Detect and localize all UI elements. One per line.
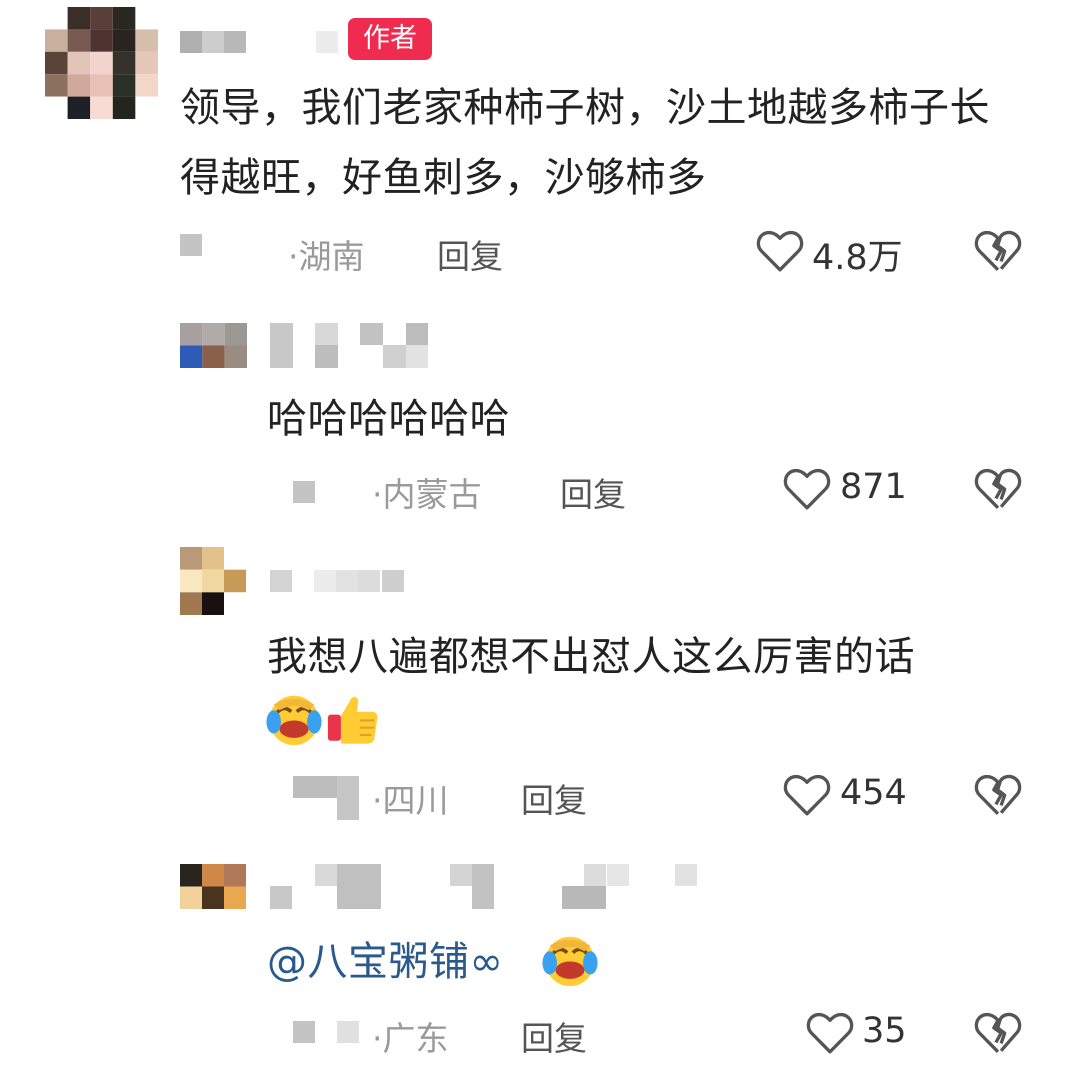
username-mosaic[interactable] (270, 570, 410, 596)
avatar[interactable] (180, 864, 246, 909)
avatar[interactable] (180, 547, 246, 615)
location-text: 广东 (382, 1019, 449, 1058)
location-label: ·内蒙古 (372, 475, 482, 514)
reply-button[interactable]: 回复 (521, 774, 587, 822)
heart-outline-icon[interactable] (805, 1009, 855, 1055)
author-badge: 作者 (348, 18, 432, 60)
reply-button[interactable]: 回复 (437, 230, 503, 278)
like-count: 871 (840, 467, 907, 507)
location-label: ·湖南 (288, 237, 365, 276)
like-count: 454 (840, 773, 907, 813)
location-label: ·四川 (372, 781, 449, 820)
heart-outline-icon[interactable] (782, 771, 832, 817)
comment-text: 领导，我们老家种柿子树，沙土地越多柿子长得越旺，好鱼刺多，沙够柿多 (180, 85, 990, 201)
location-text: 四川 (382, 781, 449, 820)
thumbs-up-emoji (327, 696, 378, 744)
location-label: ·广东 (372, 1019, 449, 1058)
heart-outline-icon[interactable] (755, 227, 805, 273)
time-mosaic (293, 481, 317, 507)
avatar[interactable] (180, 323, 247, 368)
laugh-cry-emoji (542, 936, 598, 987)
comment-text: 我想八遍都想不出怼人这么厉害的话 (267, 634, 915, 680)
time-mosaic (180, 234, 204, 260)
username-mosaic[interactable] (270, 864, 700, 913)
broken-heart-icon[interactable] (973, 1009, 1023, 1055)
like-count: 35 (862, 1011, 907, 1051)
mention-text[interactable]: @八宝粥铺∞ (267, 927, 503, 997)
comment-text: 哈哈哈哈哈哈 (267, 396, 510, 442)
username-mosaic[interactable] (180, 31, 340, 57)
reply-button[interactable]: 回复 (560, 468, 626, 516)
avatar[interactable] (45, 7, 158, 119)
location-text: 内蒙古 (382, 475, 482, 514)
laugh-cry-emoji (266, 695, 322, 746)
heart-outline-icon[interactable] (782, 465, 832, 511)
time-mosaic (293, 1021, 363, 1047)
reply-button[interactable]: 回复 (521, 1012, 587, 1060)
broken-heart-icon[interactable] (973, 771, 1023, 817)
time-mosaic (293, 776, 363, 824)
broken-heart-icon[interactable] (973, 227, 1023, 273)
username-mosaic[interactable] (270, 323, 430, 372)
like-count: 4.8万 (812, 238, 903, 278)
broken-heart-icon[interactable] (973, 465, 1023, 511)
location-text: 湖南 (298, 237, 365, 276)
